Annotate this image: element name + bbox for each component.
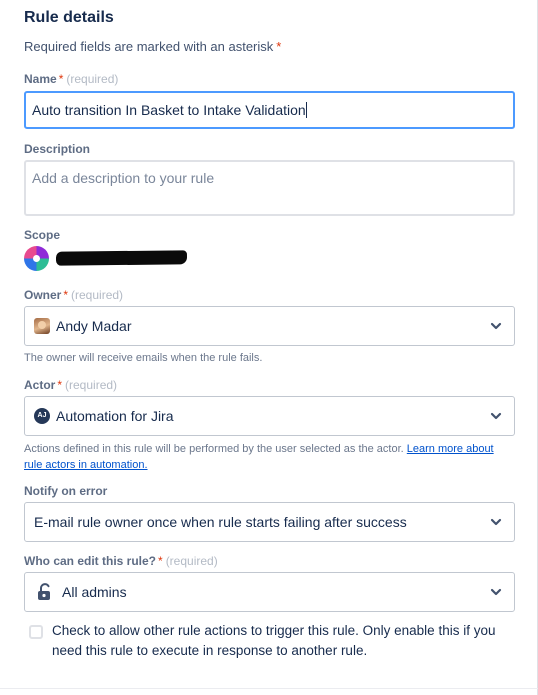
owner-select-value: Andy Madar xyxy=(56,318,132,334)
notify-label: Notify on error xyxy=(24,484,108,498)
owner-label-text: Owner xyxy=(24,288,62,302)
name-input-value: Auto transition In Basket to Intake Vali… xyxy=(32,102,307,118)
name-asterisk: * xyxy=(58,72,64,86)
editors-label: Who can edit this rule? * (required) xyxy=(24,554,218,568)
description-label: Description xyxy=(24,142,91,156)
redacted-scope-name xyxy=(55,250,188,266)
name-value-text: Auto transition In Basket to Intake Vali… xyxy=(32,102,306,118)
owner-avatar xyxy=(34,318,50,334)
actor-asterisk: * xyxy=(57,378,63,392)
notify-select[interactable]: E-mail rule owner once when rule starts … xyxy=(24,502,515,542)
owner-label: Owner * (required) xyxy=(24,288,123,302)
unlock-icon xyxy=(38,583,50,600)
actor-required-text: (required) xyxy=(65,378,118,392)
owner-help-text: The owner will receive emails when the r… xyxy=(24,352,263,364)
name-label-text: Name xyxy=(24,72,57,86)
editors-select-value: All admins xyxy=(62,584,127,600)
allow-trigger-checkbox-label: Check to allow other rule actions to tri… xyxy=(52,623,496,658)
text-caret xyxy=(305,102,307,118)
description-textarea[interactable]: Add a description to your rule xyxy=(24,160,515,216)
name-label: Name * (required) xyxy=(24,72,118,86)
allow-trigger-checkbox[interactable] xyxy=(29,625,43,639)
name-input[interactable]: Auto transition In Basket to Intake Vali… xyxy=(24,91,515,129)
actor-label-text: Actor xyxy=(24,378,56,392)
required-asterisk: * xyxy=(276,39,282,54)
bottom-divider xyxy=(0,688,538,689)
chevron-down-icon xyxy=(490,412,502,420)
section-title: Rule details xyxy=(24,9,114,26)
required-fields-note: Required fields are marked with an aster… xyxy=(24,39,281,54)
chevron-down-icon xyxy=(490,518,502,526)
actor-select[interactable]: AJ Automation for Jira xyxy=(24,396,515,436)
editors-select[interactable]: All admins xyxy=(24,572,515,612)
actor-select-value: Automation for Jira xyxy=(56,408,174,424)
chevron-down-icon xyxy=(490,588,502,596)
actor-help-text: Actions defined in this rule will be per… xyxy=(24,441,514,473)
actor-help-sentence: Actions defined in this rule will be per… xyxy=(24,443,404,455)
owner-asterisk: * xyxy=(63,288,69,302)
editors-asterisk: * xyxy=(158,554,163,568)
owner-required-text: (required) xyxy=(71,288,124,302)
owner-select[interactable]: Andy Madar xyxy=(24,306,515,346)
project-avatar-icon xyxy=(24,246,49,271)
editors-label-text: Who can edit this rule? xyxy=(24,554,157,568)
editors-required-text: (required) xyxy=(165,554,218,568)
chevron-down-icon xyxy=(490,322,502,330)
notify-select-value: E-mail rule owner once when rule starts … xyxy=(34,514,407,530)
name-required-text: (required) xyxy=(66,72,119,86)
actor-label: Actor * (required) xyxy=(24,378,117,392)
scope-label: Scope xyxy=(24,228,61,242)
actor-avatar: AJ xyxy=(34,408,50,424)
description-placeholder: Add a description to your rule xyxy=(32,170,215,186)
required-note-text: Required fields are marked with an aster… xyxy=(24,39,274,54)
rule-details-panel: Rule details Required fields are marked … xyxy=(0,0,538,695)
